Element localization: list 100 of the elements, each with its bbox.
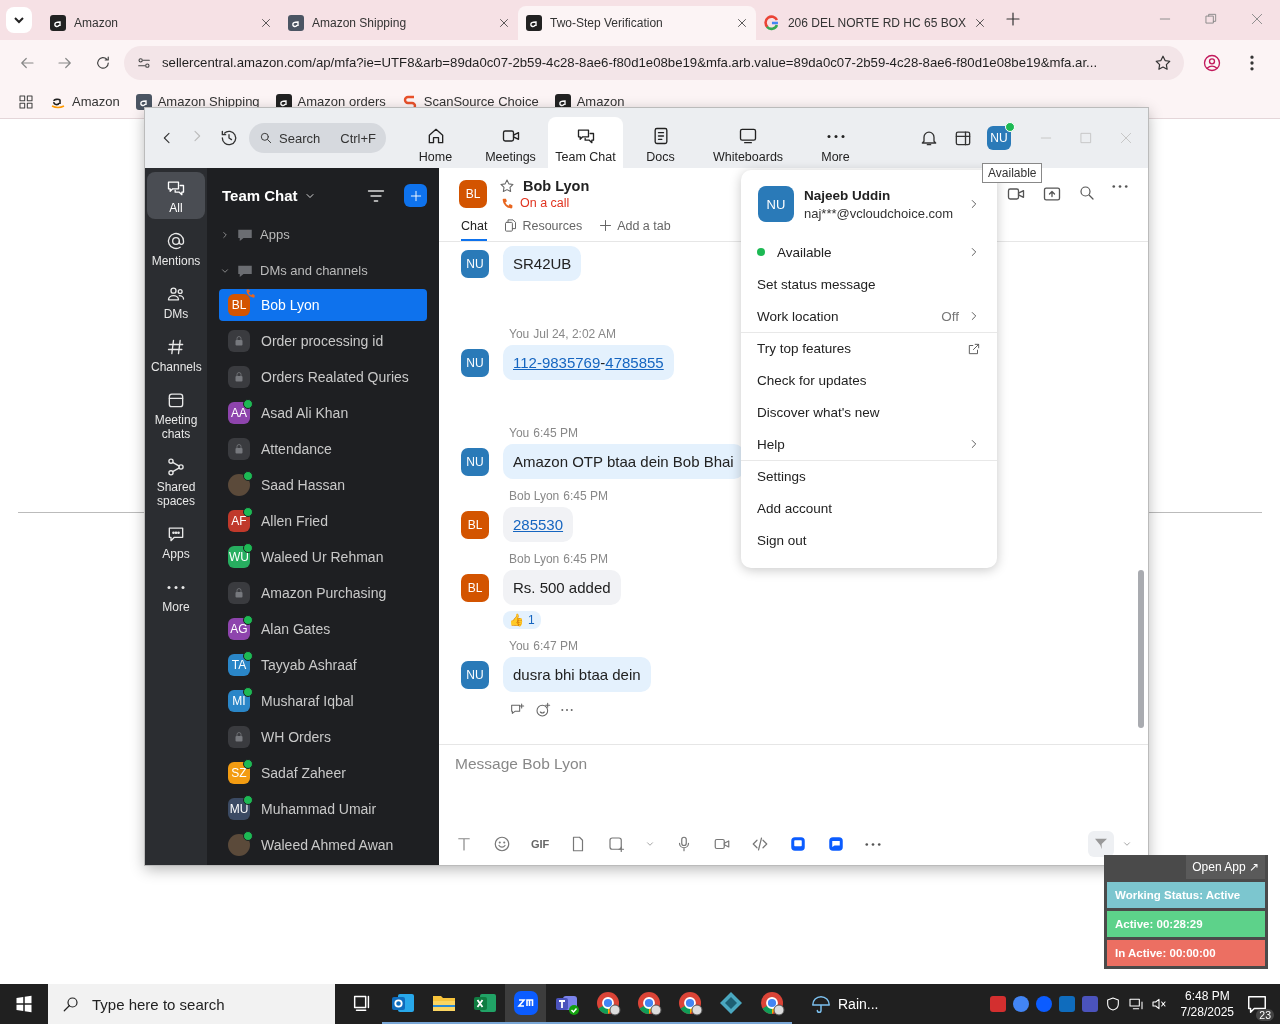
chat-list-item[interactable]: MU Muhammad Umair (219, 793, 427, 825)
gif-button[interactable]: GIF (531, 838, 550, 850)
close-icon[interactable] (260, 17, 272, 29)
browser-tab[interactable]: Amazon (42, 6, 280, 40)
chat-tab[interactable]: Add a tab (598, 218, 671, 241)
tab-search-button[interactable] (6, 7, 32, 33)
menu-item[interactable]: Add account (741, 492, 997, 524)
menu-item[interactable]: Discover what's new (741, 396, 997, 428)
chat-list-item[interactable]: Saad Hassan (219, 469, 427, 501)
nav-tab[interactable]: Docs (623, 117, 698, 168)
nav-tab[interactable]: More (798, 117, 873, 168)
chrome-icon[interactable] (594, 990, 621, 1016)
more-icon[interactable] (561, 708, 573, 712)
sidebar-item[interactable]: Meeting chats (147, 384, 205, 445)
shield-icon[interactable] (1104, 996, 1121, 1012)
menu-item[interactable]: Settings (741, 460, 997, 492)
search-field[interactable]: Search Ctrl+F (249, 123, 386, 153)
message-link[interactable]: 285530 (513, 516, 564, 533)
star-icon[interactable] (1154, 53, 1172, 72)
message-link[interactable]: 4785855 (605, 354, 664, 371)
sidebar-item[interactable]: All (147, 172, 205, 219)
clock[interactable]: 6:48 PM 7/28/2025 (1180, 988, 1234, 1020)
meeting-app-icon[interactable] (789, 835, 808, 853)
sidebar-item[interactable]: More (147, 571, 205, 618)
profile-name[interactable]: Najeeb Uddin (804, 187, 957, 203)
chat-list-item[interactable]: Waleed Ahmed Awan (219, 829, 427, 861)
taskbar-search-field[interactable]: Type here to search (48, 984, 335, 1024)
weather-text[interactable]: Rain... (838, 996, 879, 1012)
chat-list-item[interactable]: SZ Sadaf Zaheer (219, 757, 427, 789)
nav-tab[interactable]: Whiteboards (698, 117, 798, 168)
more-icon[interactable] (1112, 184, 1128, 189)
reaction[interactable]: 👍 1 (503, 611, 541, 629)
network-icon[interactable] (1127, 996, 1144, 1012)
chat-list-item[interactable]: AG Alan Gates (219, 613, 427, 645)
star-icon[interactable] (499, 178, 515, 194)
close-icon[interactable] (498, 17, 510, 29)
code-icon[interactable] (751, 835, 770, 853)
avatar[interactable]: NU (758, 186, 794, 222)
screenshot-icon[interactable] (607, 835, 626, 853)
pdf-app-icon[interactable] (989, 996, 1006, 1012)
close-icon[interactable] (974, 17, 986, 29)
browser-tab[interactable]: 206 DEL NORTE RD HC 65 BOX (756, 6, 994, 40)
browser-tab[interactable]: Two-Step Verification (518, 6, 756, 40)
menu-item[interactable]: Check for updates (741, 364, 997, 396)
history-icon[interactable] (219, 128, 239, 148)
menu-item[interactable]: Set status message (741, 268, 997, 300)
chat-list-item[interactable]: AA Asad Ali Khan (219, 397, 427, 429)
bookmark[interactable]: Amazon (72, 94, 120, 109)
nav-tab[interactable]: Team Chat (548, 117, 623, 168)
message-input[interactable]: Message Bob Lyon (439, 745, 1148, 783)
add-reaction-icon[interactable] (535, 702, 551, 718)
new-tab-icon[interactable] (1004, 10, 1022, 28)
chat-list-item[interactable]: Attendance (219, 433, 427, 465)
sidebar-item[interactable]: Apps (147, 518, 205, 565)
chrome-icon[interactable] (635, 990, 662, 1016)
chat-list-item[interactable]: WU Waleed Ur Rehman (219, 541, 427, 573)
emoji-icon[interactable] (493, 835, 511, 853)
menu-item[interactable]: Available (741, 236, 997, 268)
profile-icon[interactable] (1202, 52, 1222, 73)
section-header[interactable]: DMs and channels (260, 263, 368, 279)
menu-item[interactable]: Help (741, 428, 997, 460)
send-button[interactable] (1088, 831, 1114, 857)
menu-item[interactable]: Work location Off (741, 300, 997, 332)
chat-list-item[interactable]: BL Bob Lyon (219, 289, 427, 321)
bookmark[interactable]: ScanSource Choice (423, 94, 539, 109)
windows-start-icon[interactable] (15, 995, 33, 1013)
message-link[interactable]: 112-9835769 (513, 354, 601, 371)
zoom-app-icon[interactable] (512, 990, 539, 1016)
close-icon[interactable] (1250, 12, 1264, 26)
bookmark[interactable]: Amazon orders (297, 94, 386, 109)
nav-tab[interactable]: Meetings (473, 117, 548, 168)
close-icon[interactable] (736, 17, 748, 29)
chat-list-item[interactable]: Orders Realated Quries (219, 361, 427, 393)
more-icon[interactable] (865, 841, 882, 847)
chat-app-icon[interactable] (827, 835, 846, 853)
open-app-button[interactable]: Open App ↗ (1186, 855, 1265, 879)
chrome-icon[interactable] (758, 990, 785, 1016)
chat-list-item[interactable]: MI Musharaf Iqbal (219, 685, 427, 717)
sidebar-item[interactable]: Shared spaces (147, 451, 205, 512)
section-header[interactable]: Apps (260, 227, 290, 243)
menu-item[interactable]: Try top features (741, 332, 997, 364)
chat-list-item[interactable]: Order processing id (219, 325, 427, 357)
nav-tab[interactable]: Home (398, 117, 473, 168)
bookmark[interactable]: Amazon (576, 94, 625, 109)
chat-tab[interactable]: Chat (461, 218, 488, 241)
panel-title[interactable]: Team Chat (222, 187, 298, 204)
new-chat-button[interactable] (404, 184, 427, 207)
chat-list-item[interactable]: TA Tayyab Ashraaf (219, 649, 427, 681)
search-icon[interactable] (1078, 184, 1096, 202)
browser-tab[interactable]: Amazon Shipping (280, 6, 518, 40)
chrome-icon[interactable] (676, 990, 703, 1016)
reload-icon[interactable] (94, 53, 112, 72)
address-bar[interactable]: sellercentral.amazon.com/ap/mfa?ie=UTF8&arb=89da0c07-2b59-4c28-8ae6-f80d1e08be19&mfa.arb.value=89da0c07-2b59-4c28-8ae6-f80d1e08be19&mfa.ar... (124, 45, 1184, 80)
sidebar-item[interactable]: DMs (147, 278, 205, 325)
sidebar-item[interactable]: Channels (147, 331, 205, 378)
apps-grid-icon[interactable] (18, 93, 34, 110)
chat-list-item[interactable]: Amazon Purchasing (219, 577, 427, 609)
sidebar-item[interactable]: Mentions (147, 225, 205, 272)
chat-tab[interactable]: Resources (503, 218, 583, 241)
volume-muted-icon[interactable] (1150, 996, 1167, 1012)
